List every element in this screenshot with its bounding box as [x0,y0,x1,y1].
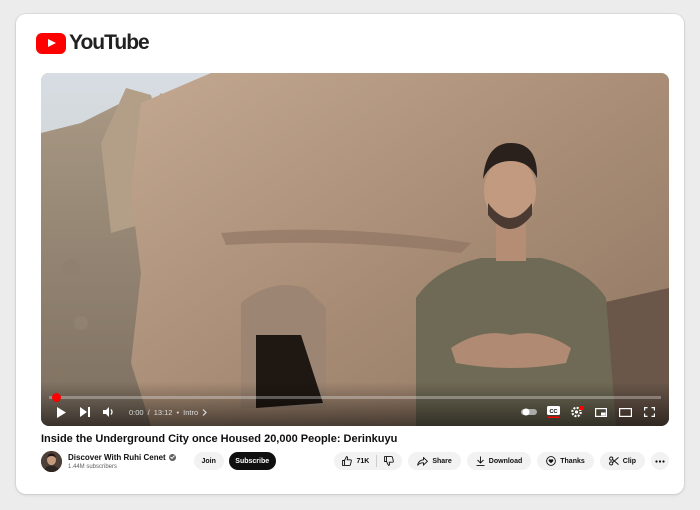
next-icon[interactable] [73,402,97,422]
subscriber-count: 1.44M subscribers [68,463,118,470]
action-bar: 71K Share Download Thanks Clip [334,452,669,470]
play-logo-icon [36,32,66,54]
chapter-dot: • [176,407,180,417]
clip-label: Clip [622,457,636,465]
control-right-group: CC [517,402,661,422]
captions-icon[interactable]: CC [541,402,565,422]
verified-icon [168,453,176,461]
download-icon [476,456,485,466]
miniplayer-icon[interactable] [589,402,613,422]
play-icon[interactable] [49,402,73,422]
channel-name[interactable]: Discover With Ruhi Cenet [68,453,166,462]
share-label: Share [432,457,452,465]
dislike-button[interactable] [377,452,402,470]
video-frame [41,73,669,426]
thumbs-up-icon [342,456,353,466]
like-dislike-group: 71K [334,452,403,470]
more-actions-button[interactable] [651,452,669,470]
thanks-label: Thanks [560,457,585,465]
share-button[interactable]: Share [408,452,461,470]
svg-text:CC: CC [549,409,557,415]
download-label: Download [488,457,523,465]
channel-name-row[interactable]: Discover With Ruhi Cenet [68,453,176,462]
settings-icon[interactable] [565,402,589,422]
fullscreen-icon[interactable] [637,402,661,422]
subscribe-button[interactable]: Subscribe [228,452,276,470]
like-button[interactable]: 71K [334,452,376,470]
scrubber-handle[interactable] [52,393,61,402]
thumbs-down-icon [384,456,395,466]
avatar[interactable] [41,450,62,472]
control-row: 0:00 / 13:12 • Intro CC [49,402,661,422]
video-player[interactable]: 0:00 / 13:12 • Intro CC [41,73,669,426]
scissors-icon [608,456,619,466]
player-controls: 0:00 / 13:12 • Intro CC [41,382,669,426]
autoplay-toggle[interactable] [517,402,541,422]
download-button[interactable]: Download [466,452,532,470]
share-icon [417,456,429,466]
more-icon [655,459,665,463]
logo-text: YouTube [69,31,150,54]
join-button[interactable]: Join [193,452,224,470]
chevron-right-icon[interactable] [202,408,207,416]
thanks-icon [546,456,557,466]
thanks-button[interactable]: Thanks [537,452,594,470]
video-title: Inside the Underground City once Housed … [41,433,398,445]
time-display: 0:00 / 13:12 • Intro [129,408,207,417]
volume-icon[interactable] [97,402,121,422]
clip-button[interactable]: Clip [599,452,645,470]
time-separator: / [147,407,150,417]
chapter-label[interactable]: Intro [183,408,198,417]
progress-bar[interactable] [49,393,661,402]
like-count: 71K [356,457,370,465]
channel-row: Discover With Ruhi Cenet 1.44M subscribe… [41,450,669,472]
channel-info: Discover With Ruhi Cenet 1.44M subscribe… [68,453,176,470]
youtube-logo[interactable]: YouTube [36,31,150,54]
current-time: 0:00 [129,407,144,417]
theater-icon[interactable] [613,402,637,422]
video-card: YouTube 0:00 / 13:12 • Intro CC Inside t… [16,14,684,494]
duration: 13:12 [153,407,173,417]
